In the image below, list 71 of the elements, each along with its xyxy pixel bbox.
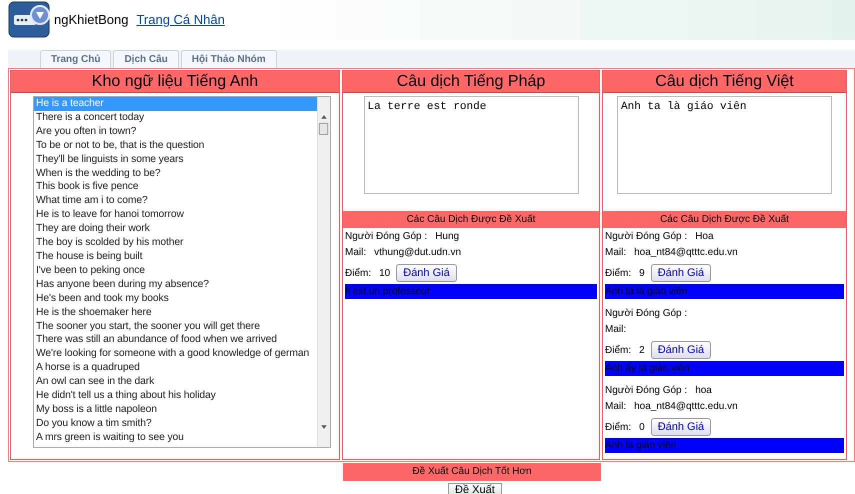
nav-tab[interactable]: Hội Thảo Nhóm [180, 50, 277, 68]
list-option[interactable]: When is the wedding to be? [34, 166, 317, 180]
field-label: Mail: [605, 323, 626, 337]
propose-button[interactable]: Đề Xuất [448, 483, 502, 494]
contributor-name: hoa [695, 384, 712, 398]
list-option[interactable]: The house is being built [34, 250, 317, 264]
column-header: Kho ngữ liệu Tiếng Anh [11, 71, 339, 93]
field-label: Người Đóng Góp : [605, 307, 688, 321]
list-option[interactable]: He is the shoemaker here [34, 306, 317, 320]
list-option[interactable]: There is a concert today [34, 110, 317, 125]
list-option[interactable]: The sooner you start, the sooner you will get there [34, 320, 317, 334]
list-option[interactable]: My boss is a little napoleon [34, 402, 317, 417]
suggested-translation: Il est un professeur [345, 284, 597, 299]
section-header: Các Câu Dịch Được Đề Xuất [343, 211, 599, 228]
field-label: Mail: [605, 246, 626, 260]
list-option[interactable]: There was still an abundance of food when we arrived [34, 333, 317, 348]
contributor-email: hoa_nt84@qtttc.edu.vn [634, 246, 738, 260]
translation-textarea[interactable]: La terre est ronde [364, 96, 578, 194]
column-header: Câu dịch Tiếng Việt [603, 71, 846, 93]
profile-link[interactable]: Trang Cá Nhân [136, 10, 225, 30]
suggested-translation: Anh ta là giáo viên [605, 284, 844, 299]
rate-button[interactable]: Đánh Giá [650, 264, 712, 282]
field-label: Điểm: [345, 266, 372, 280]
site-name: ngKhietBong [54, 11, 128, 30]
field-label: Người Đóng Góp : [605, 384, 688, 398]
score-value: 10 [379, 266, 390, 280]
translation-textarea[interactable]: Anh ta là giáo viên [617, 96, 832, 194]
field-label: Điểm: [605, 420, 632, 434]
list-option[interactable]: He is to leave for hanoi tomorrow [34, 208, 317, 222]
list-option[interactable]: A horse is a quadruped [34, 361, 317, 376]
list-option[interactable]: They are doing their work [34, 222, 317, 236]
field-label: Mail: [605, 400, 626, 414]
field-label: Điểm: [605, 266, 632, 280]
section-header: Các Câu Dịch Được Đề Xuất [603, 211, 846, 228]
section-header: Đề Xuất Câu Dịch Tốt Hơn [343, 463, 601, 481]
contributor-email: hoa_nt84@qtttc.edu.vn [634, 400, 738, 414]
list-option[interactable]: Do you know a tim smith? [34, 416, 317, 431]
field-label: Người Đóng Góp : [605, 230, 688, 244]
score-value: 9 [639, 266, 645, 280]
contributor-name: Hung [435, 230, 460, 244]
list-option[interactable]: A mrs green is waiting to see you [34, 430, 317, 445]
score-value: 0 [639, 420, 645, 434]
suggested-translation: Anh ấy là giáo viên [605, 361, 844, 376]
rate-button[interactable]: Đánh Giá [396, 264, 457, 282]
nav-tab[interactable]: Trang Chủ [40, 50, 112, 68]
sentence-listbox[interactable] [33, 96, 331, 448]
list-option[interactable]: This book is five pence [34, 180, 317, 194]
list-option[interactable]: He's been and took my books [34, 292, 317, 306]
contributor-email: vthung@dut.udn.vn [374, 246, 462, 260]
list-option[interactable]: We're looking for someone with a good knowledge of german [34, 347, 317, 362]
rate-button[interactable]: Đánh Giá [650, 418, 712, 436]
score-value: 2 [639, 344, 645, 358]
list-option[interactable]: I've been to peking once [34, 264, 317, 278]
field-label: Điểm: [605, 344, 632, 358]
list-option[interactable]: What time am i to come? [34, 194, 317, 208]
list-option[interactable]: To be or not to be, that is the question [34, 138, 317, 153]
rate-button[interactable]: Đánh Giá [650, 341, 712, 359]
field-label: Người Đóng Góp : [345, 230, 428, 244]
field-label: Mail: [345, 246, 366, 260]
list-option[interactable]: An owl can see in the dark [34, 375, 317, 390]
list-option[interactable]: Has anyone been during my absence? [34, 278, 317, 292]
app-logo-icon [8, 1, 52, 39]
list-option[interactable]: Are you often in town? [34, 124, 317, 139]
scrollbar[interactable] [317, 97, 330, 447]
suggested-translation: Anh là giáo viên [605, 438, 844, 453]
list-option[interactable]: They'll be linguists in some years [34, 152, 317, 167]
list-option[interactable]: The boy is scolded by his mother [34, 236, 317, 250]
column-header: Câu dịch Tiếng Pháp [343, 71, 599, 93]
contributor-name: Hoa [695, 230, 714, 244]
nav-tab[interactable]: Dịch Câu [113, 50, 179, 68]
list-option[interactable]: He didn't tell us a thing about his holiday [34, 389, 317, 403]
